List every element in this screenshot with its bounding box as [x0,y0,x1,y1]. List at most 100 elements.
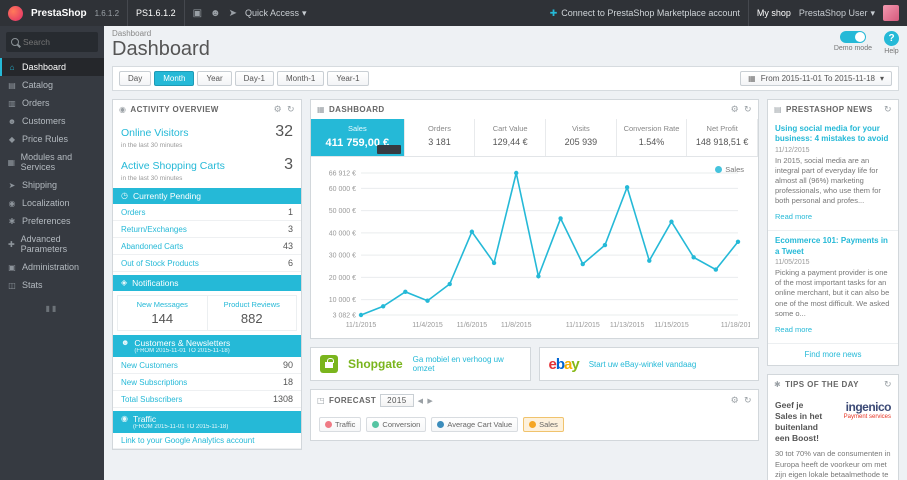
sidebar-item-preferences[interactable]: ✱ Preferences [0,212,104,230]
sidebar-item-localization[interactable]: ◉ Localization [0,194,104,212]
toggle-switch-icon[interactable] [839,31,866,43]
demo-mode-toggle[interactable]: Demo mode [834,31,872,55]
out-of-stock-value: 6 [287,258,293,268]
refresh-icon[interactable]: ↻ [884,104,892,115]
help-icon[interactable]: ? [884,31,899,46]
shop-name-link[interactable]: PS1.6.1.2 [127,0,185,26]
forecast-option-sales[interactable]: Sales [523,417,564,432]
news-title-link[interactable]: Ecommerce 101: Payments in a Tweet [775,236,891,257]
traffic-row: Link to your Google Analytics account [113,433,301,449]
pending-orders-link[interactable]: Orders [121,208,145,217]
ebay-link[interactable]: Start uw eBay-winkel vandaag [589,360,697,369]
forecast-option-traffic[interactable]: Traffic [319,417,362,432]
sidebar-item-administration[interactable]: ▣ Administration [0,258,104,276]
sidebar-search[interactable] [6,32,98,52]
metric-tab-visits[interactable]: Visits 205 939 [546,119,617,156]
refresh-icon[interactable]: ↻ [287,104,295,115]
svg-text:60 000 €: 60 000 € [329,186,356,193]
previous-year-icon[interactable]: ◀ [418,397,424,405]
active-carts-link[interactable]: Active Shopping Carts [121,160,225,172]
next-year-icon[interactable]: ▶ [427,397,433,405]
chart-legend[interactable]: Sales [715,165,744,174]
filter-year-button[interactable]: Year [197,71,232,86]
filter-year-1-button[interactable]: Year-1 [327,71,369,86]
forecast-option-conversion[interactable]: Conversion [366,417,427,432]
metric-tab-cart-value[interactable]: Cart Value 129,44 € [475,119,546,156]
date-range-picker[interactable]: ▦ From 2015-11-01 To 2015-11-18 ▾ [740,71,892,86]
sidebar-item-catalog[interactable]: ▤ Catalog [0,76,104,94]
online-visitors-link[interactable]: Online Visitors [121,127,189,139]
svg-text:20 000 €: 20 000 € [329,275,356,282]
product-reviews-cell[interactable]: Product Reviews 882 [206,296,297,330]
sidebar-item-advanced-parameters[interactable]: ✚ Advanced Parameters [0,230,104,258]
bell-icon: ◈ [121,278,128,287]
find-more-news-link[interactable]: Find more news [768,344,898,365]
google-analytics-link[interactable]: Link to your Google Analytics account [121,436,254,445]
sidebar-item-price-rules[interactable]: ◆ Price Rules [0,130,104,148]
quick-access-menu[interactable]: Quick Access ▾ [245,8,307,19]
read-more-link[interactable]: Read more [775,325,812,334]
user-avatar[interactable] [883,5,899,21]
active-carts-value: 3 [284,156,293,173]
gear-icon[interactable]: ⚙ [731,395,739,406]
shopgate-logo-text: Shopgate [348,357,403,371]
metric-tab-conversion-rate[interactable]: Conversion Rate 1.54% [617,119,688,156]
sidebar-item-stats[interactable]: ◫ Stats [0,276,104,294]
metric-tab-sales[interactable]: Sales 411 759,00 € [311,119,405,156]
shopgate-link[interactable]: Ga mobiel en verhoog uw omzet [413,355,521,373]
ingenico-logo-text: ingenico [845,399,892,414]
marketplace-link[interactable]: ✚ Connect to PrestaShop Marketplace acco… [550,8,740,19]
forecast-legend: Traffic Conversion Average Cart Value Sa… [311,411,758,440]
orders-notification-icon[interactable]: ▣ [193,8,202,19]
read-more-link[interactable]: Read more [775,212,812,221]
new-messages-label: New Messages [136,300,188,309]
filter-month-1-button[interactable]: Month-1 [276,71,325,86]
refresh-icon[interactable]: ↻ [744,395,752,406]
sidebar-item-modules[interactable]: ▦ Modules and Services [0,148,104,176]
forecast-year-select[interactable]: 2015 [380,394,414,407]
sidebar-item-shipping[interactable]: ➤ Shipping [0,176,104,194]
refresh-icon[interactable]: ↻ [744,104,752,115]
svg-text:11/1/2015: 11/1/2015 [346,322,377,329]
search-input[interactable] [23,37,87,47]
filter-day-1-button[interactable]: Day-1 [234,71,274,86]
filter-day-button[interactable]: Day [119,71,152,86]
metric-tab-orders[interactable]: Orders 3 181 [405,119,476,156]
pending-returns-link[interactable]: Return/Exchanges [121,225,187,234]
svg-text:50 000 €: 50 000 € [329,208,356,215]
new-messages-cell[interactable]: New Messages 144 [118,296,207,330]
forecast-option-average-cart-value[interactable]: Average Cart Value [431,417,519,432]
refresh-icon[interactable]: ↻ [884,379,892,390]
my-shop-link[interactable]: My shop [747,0,791,26]
new-customers-link[interactable]: New Customers [121,361,178,370]
gear-icon[interactable]: ⚙ [731,104,739,115]
filter-month-button[interactable]: Month [154,71,195,86]
price-rules-icon: ◆ [8,134,16,144]
metric-tab-net-profit[interactable]: Net Profit 148 918,51 € [687,119,759,156]
sidebar-item-label: Modules and Services [20,152,73,172]
help-button[interactable]: ? Help [884,31,899,55]
sidebar-collapse-button[interactable]: ▮▮ [0,304,104,313]
abandoned-carts-link[interactable]: Abandoned Carts [121,242,183,251]
ebay-ad[interactable]: ebay Start uw eBay-winkel vandaag [538,347,759,381]
forecast-option-label: Sales [539,420,558,429]
sidebar-item-customers[interactable]: ☻ Customers [0,112,104,130]
prestashop-logo [8,5,23,21]
online-visitors-sub: in the last 30 minutes [121,142,183,149]
customers-notification-icon[interactable]: ☻ [210,8,221,19]
new-subscriptions-value: 18 [282,377,293,387]
sidebar-item-label: Advanced Parameters [20,234,68,254]
sidebar-item-dashboard[interactable]: ⌂ Dashboard [0,58,104,76]
news-title-link[interactable]: Using social media for your business: 4 … [775,124,891,145]
messages-notification-icon[interactable]: ➤ [229,8,237,19]
shopgate-ad[interactable]: Shopgate Ga mobiel en verhoog uw omzet [310,347,531,381]
total-subscribers-link[interactable]: Total Subscribers [121,395,182,404]
user-menu[interactable]: PrestaShop User ▾ [799,8,875,19]
new-subscriptions-link[interactable]: New Subscriptions [121,378,187,387]
home-icon: ⌂ [9,62,15,72]
svg-text:11/18/2015: 11/18/2015 [721,322,750,329]
out-of-stock-link[interactable]: Out of Stock Products [121,259,199,268]
sidebar-item-orders[interactable]: ▥ Orders [0,94,104,112]
search-icon [11,38,19,46]
gear-icon[interactable]: ⚙ [274,104,282,115]
